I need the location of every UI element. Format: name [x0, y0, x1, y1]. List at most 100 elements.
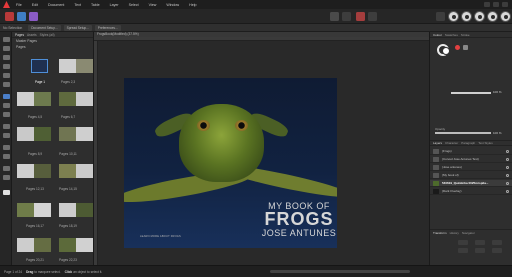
color-slider-value[interactable]: 100 %	[493, 90, 502, 94]
fill-tool-icon[interactable]	[2, 124, 10, 129]
preview-mode-icon[interactable]	[368, 12, 377, 21]
transparency-tool-icon[interactable]	[2, 133, 10, 138]
page-thumbnail-2[interactable]	[59, 59, 76, 73]
visibility-icon[interactable]	[506, 149, 509, 153]
minimize-icon[interactable]	[484, 2, 490, 7]
page-thumbnail-20[interactable]	[17, 238, 34, 252]
picture-frame-tool-icon[interactable]	[2, 94, 10, 99]
page-thumbnail-3[interactable]	[76, 59, 93, 73]
visibility-icon[interactable]	[506, 189, 509, 193]
transform-y-field[interactable]	[458, 248, 468, 253]
pen-tool-icon[interactable]	[2, 73, 10, 78]
page-thumbnail-17[interactable]	[34, 203, 51, 217]
page-thumbnail-23[interactable]	[76, 238, 93, 252]
designer-persona-icon[interactable]	[17, 12, 26, 21]
photo-persona-icon[interactable]	[29, 12, 38, 21]
page-thumbnail-16[interactable]	[17, 203, 34, 217]
page-thumbnail-22[interactable]	[59, 238, 76, 252]
assistant-icon[interactable]	[448, 11, 459, 22]
opacity-slider[interactable]	[435, 132, 491, 134]
layer-row[interactable]: (My book of)	[430, 172, 512, 179]
horizontal-scrollbar[interactable]	[270, 270, 410, 273]
page-thumbnail-10[interactable]	[59, 127, 76, 141]
align-icon[interactable]	[342, 12, 351, 21]
tab-layers[interactable]: Layers	[433, 141, 442, 145]
page-thumbnail-1[interactable]	[31, 59, 48, 73]
page-thumbnail-8[interactable]	[17, 127, 34, 141]
tab-history[interactable]: History	[450, 231, 459, 235]
menu-edit[interactable]: Edit	[32, 3, 38, 7]
menu-help[interactable]: Help	[189, 3, 196, 7]
view-tool-icon[interactable]	[2, 166, 10, 171]
tab-text-styles[interactable]: Text Styles	[478, 141, 493, 145]
move-tool-icon[interactable]	[2, 37, 10, 42]
book-cover-page[interactable]: MY BOOK OF FROGS JOSE ANTUNES LEARN MORE…	[124, 78, 337, 248]
zoom-tool-icon[interactable]	[2, 175, 10, 180]
page-thumbnail-15[interactable]	[76, 164, 93, 178]
boolean-add-icon[interactable]	[461, 11, 472, 22]
visibility-icon[interactable]	[506, 157, 509, 161]
transform-x-field[interactable]	[458, 240, 468, 245]
menu-document[interactable]: Document	[48, 3, 64, 7]
visibility-icon[interactable]	[506, 181, 509, 185]
snapping-icon[interactable]	[330, 12, 339, 21]
visibility-icon[interactable]	[506, 173, 509, 177]
menu-file[interactable]: File	[16, 3, 22, 7]
page-thumbnail-18[interactable]	[59, 203, 76, 217]
transform-rotate-field[interactable]	[492, 240, 502, 245]
menu-select[interactable]: Select	[129, 3, 139, 7]
document-setup-button[interactable]: Document Setup...	[28, 24, 61, 31]
publisher-persona-icon[interactable]	[5, 12, 14, 21]
page-count[interactable]: Page 1 of 24	[4, 270, 22, 274]
layer-row[interactable]: (Jose antunes)	[430, 164, 512, 171]
page-thumbnail-9[interactable]	[34, 127, 51, 141]
master-pages-header[interactable]: Master Pages	[16, 39, 93, 44]
page-thumbnail-11[interactable]	[76, 127, 93, 141]
spread-setup-button[interactable]: Spread Setup...	[63, 24, 92, 31]
page-thumbnail-13[interactable]	[34, 164, 51, 178]
tab-pages[interactable]: Pages	[15, 33, 24, 37]
page-thumbnail-14[interactable]	[59, 164, 76, 178]
visibility-icon[interactable]	[506, 165, 509, 169]
tab-paragraph[interactable]: Paragraph	[461, 141, 475, 145]
page-thumbnail-12[interactable]	[17, 164, 34, 178]
layer-row[interactable]: (Curved Jose Antunes Text)	[430, 156, 512, 163]
page-thumbnail-6[interactable]	[59, 92, 76, 106]
pages-header[interactable]: Pages	[16, 45, 93, 50]
transform-shear-field[interactable]	[492, 248, 502, 253]
page-thumbnail-19[interactable]	[76, 203, 93, 217]
layer-row-selected[interactable]: 540619_Quintinha 0025mrspila...	[430, 180, 512, 187]
tab-colour[interactable]: Colour	[433, 33, 442, 37]
page-thumbnail-4[interactable]	[17, 92, 34, 106]
tab-styles[interactable]: Styles (all)	[40, 33, 55, 37]
tab-swatches[interactable]: Swatches	[445, 33, 458, 37]
tab-transform[interactable]: Transform	[433, 231, 447, 235]
transform-h-field[interactable]	[475, 248, 485, 253]
page-thumbnail-21[interactable]	[34, 238, 51, 252]
tab-navigator[interactable]: Navigator	[462, 231, 475, 235]
color-slider[interactable]	[451, 92, 491, 94]
layer-row[interactable]: (Dark Overlay)	[430, 188, 512, 195]
place-image-tool-icon[interactable]	[2, 145, 10, 150]
menu-text[interactable]: Text	[74, 3, 81, 7]
table-tool-icon[interactable]	[2, 64, 10, 69]
boolean-divide-icon[interactable]	[500, 11, 511, 22]
eyedropper-icon[interactable]	[463, 45, 468, 50]
frame-text-tool-icon[interactable]	[2, 55, 10, 60]
pencil-tool-icon[interactable]	[2, 82, 10, 87]
menu-view[interactable]: View	[149, 3, 157, 7]
transform-w-field[interactable]	[475, 240, 485, 245]
rectangle-tool-icon[interactable]	[2, 103, 10, 108]
fill-color-swatch[interactable]	[442, 47, 450, 55]
menu-layer[interactable]: Layer	[110, 3, 119, 7]
arrange-icon[interactable]	[436, 12, 445, 21]
boolean-subtract-icon[interactable]	[474, 11, 485, 22]
page-thumbnail-7[interactable]	[76, 92, 93, 106]
menu-table[interactable]: Table	[91, 3, 100, 7]
maximize-icon[interactable]	[493, 2, 499, 7]
node-tool-icon[interactable]	[2, 46, 10, 51]
page-thumbnail-5[interactable]	[34, 92, 51, 106]
layer-row[interactable]: (Frogs)	[430, 148, 512, 155]
app-logo-icon[interactable]	[3, 1, 10, 8]
no-fill-icon[interactable]	[455, 45, 460, 50]
